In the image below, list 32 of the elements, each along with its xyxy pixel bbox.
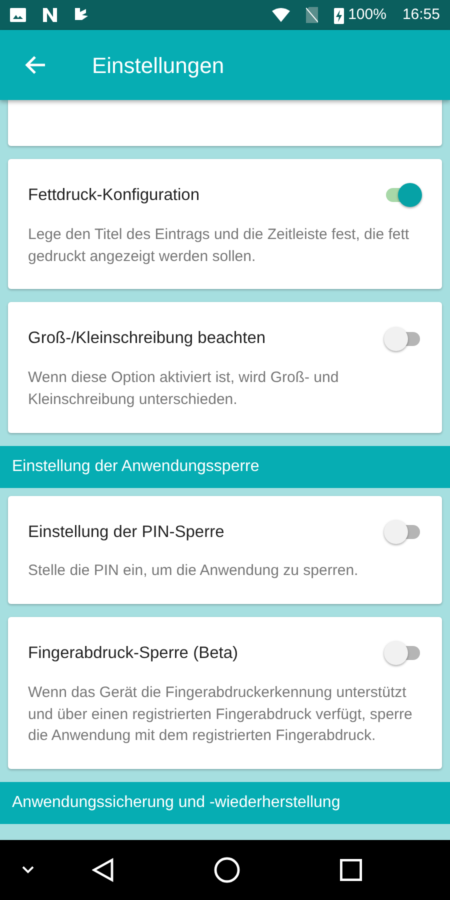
toggle-switch[interactable] <box>384 641 422 666</box>
toggle-switch[interactable] <box>384 326 422 351</box>
setting-description: Stelle die PIN ein, um die Anwendung zu sperren. <box>28 561 360 582</box>
settings-card[interactable]: Fettdruck-Konfiguration Lege den Titel des Eintrags und die Zeitleiste fest, die fett gedruckt angezeigt werden sollen. <box>8 159 442 290</box>
toggle-switch[interactable] <box>384 183 422 208</box>
setting-description: Wenn diese Option aktiviert ist, wird Groß- und Kleinschreibung unterschieden. <box>28 368 340 410</box>
settings-card[interactable]: Groß-/Kleinschreibung beachten Wenn diese Option aktiviert ist, wird Groß- und Kleinschreibung unterschieden. <box>8 302 442 432</box>
setting-description: Lege den Titel des Eintrags und die Zeitleiste fest, die fett gedruckt angezeigt werden sollen. <box>28 224 410 266</box>
settings-card[interactable]: Fingerabdruck-Sperre (Beta) Wenn das Gerät die Fingerabdruckerkennung unterstützt und über einen registrierten Fingerabdruck verfügt, sperre die Anwendung mit dem registrierten Fingerabdruck. <box>8 617 442 769</box>
setting-title: Fingerabdruck-Sperre (Beta) <box>28 643 238 664</box>
setting-title: Einstellung der PIN-Sperre <box>28 522 224 542</box>
chevron-down-icon[interactable] <box>22 866 34 874</box>
section-header: Anwendungssicherung und -wiederherstellung <box>0 782 450 824</box>
no-sim-icon <box>306 7 318 23</box>
screen-title: Einstellungen <box>92 52 224 80</box>
battery-icon <box>334 6 344 24</box>
setting-title: Groß-/Kleinschreibung beachten <box>28 328 266 350</box>
notification-icon <box>74 7 90 23</box>
clock: 16:55 <box>402 4 440 25</box>
back-icon[interactable] <box>92 858 114 882</box>
toggle-switch[interactable] <box>384 520 422 544</box>
notification-icon <box>42 7 58 23</box>
home-icon[interactable] <box>214 857 240 883</box>
section-header: Einstellung der Anwendungssperre <box>0 446 450 488</box>
settings-card[interactable]: Einstellung der PIN-Sperre Stelle die PIN ein, um die Anwendung zu sperren. <box>8 496 442 604</box>
setting-title: Fettdruck-Konfiguration <box>28 185 200 206</box>
recents-icon[interactable] <box>340 859 362 881</box>
setting-description: Wenn das Gerät die Fingerabdruckerkennung unterstützt und über einen registrierten Fingerabdruck verfügt, sperre die Anwendung mit dem registrierten Fingerabdruck. <box>28 682 414 746</box>
wifi-icon <box>272 8 290 22</box>
back-button[interactable] <box>24 55 46 75</box>
picture-icon <box>10 8 26 22</box>
battery-percentage: 100% <box>348 4 386 25</box>
